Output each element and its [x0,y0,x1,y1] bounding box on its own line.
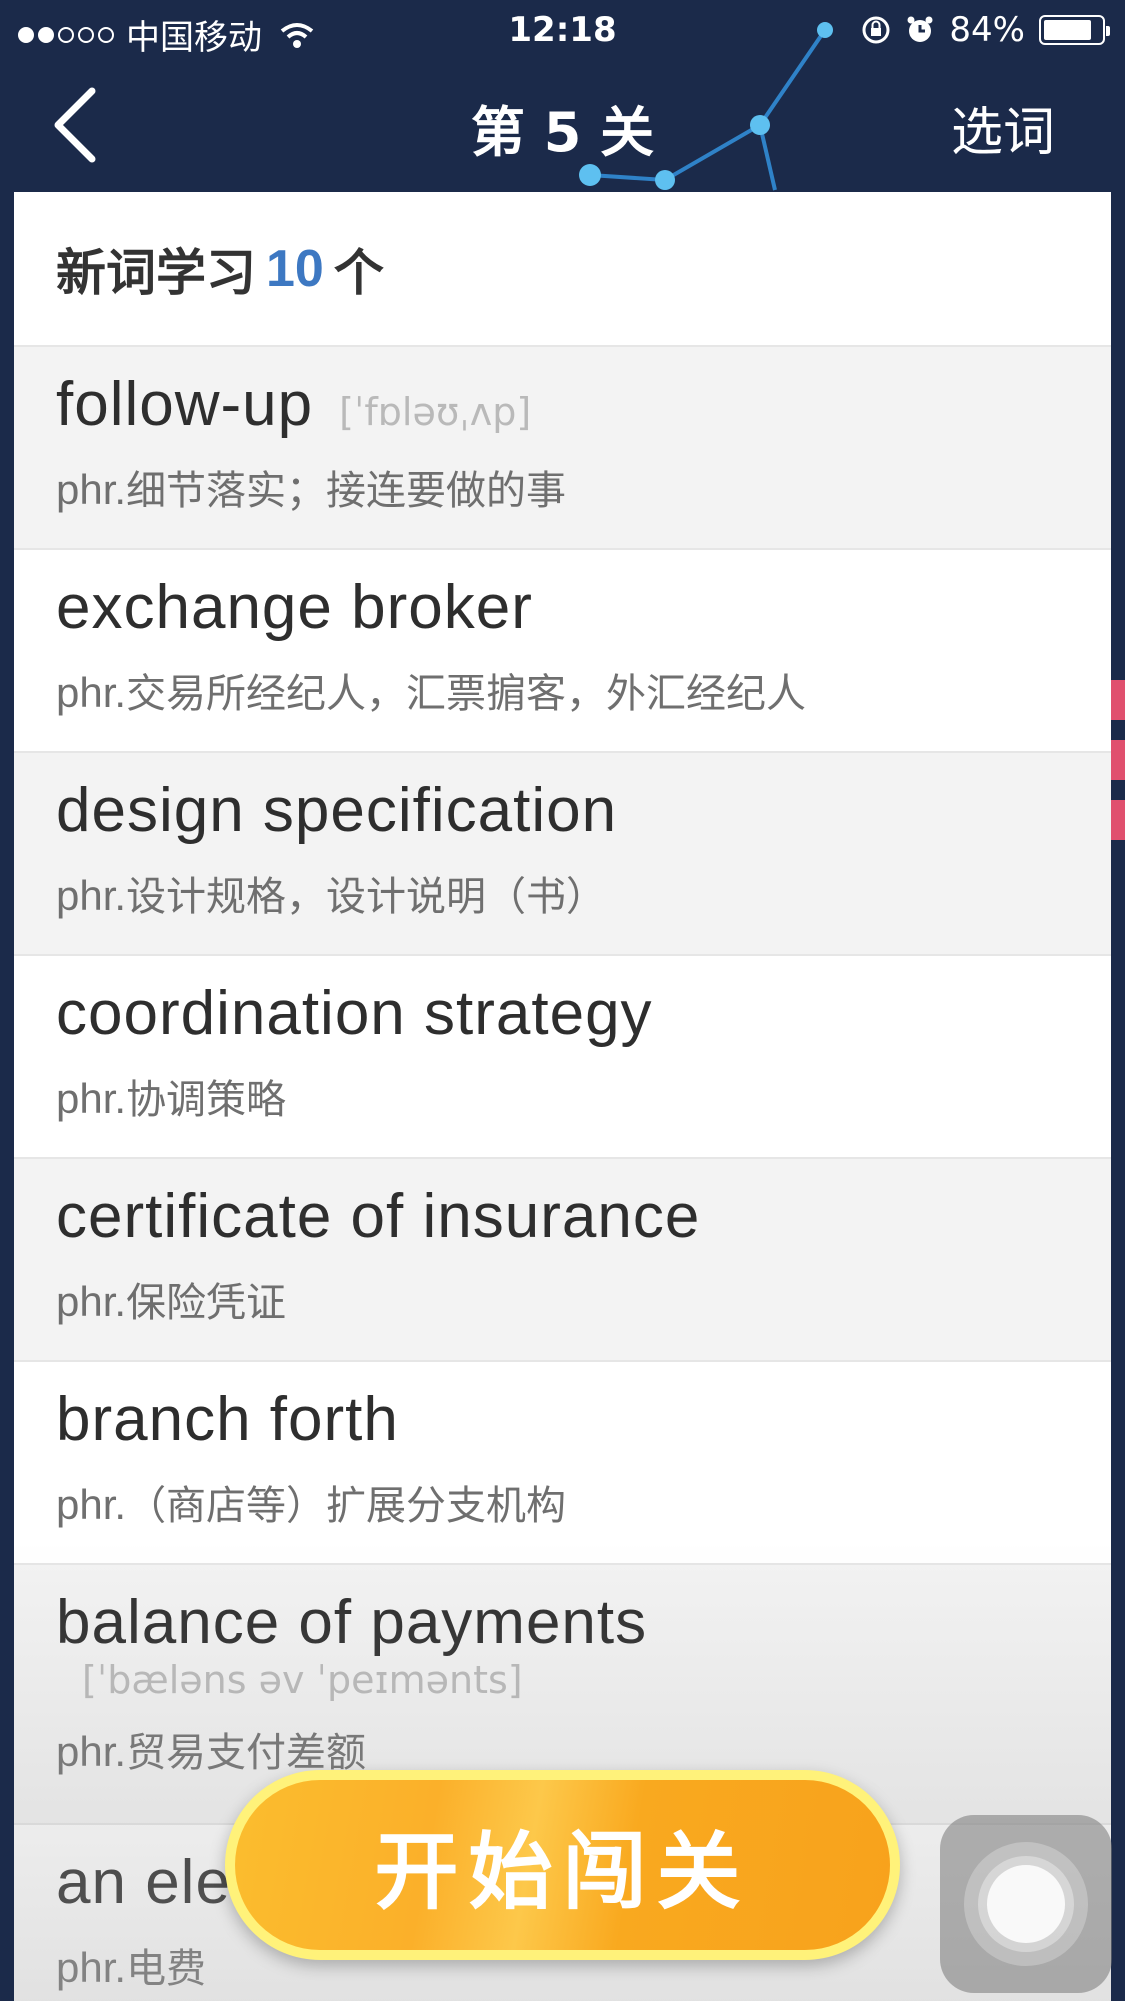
word-phonetic: [ˈbæləns əv ˈpeɪmənts] [82,1658,523,1702]
word-text: branch forth [56,1385,399,1454]
word-definition: 设计规格，设计说明（书） [126,874,607,920]
new-words-header: 新词学习 10 个 [14,192,1111,347]
alarm-icon [907,16,933,42]
word-definition: 电费 [126,1946,207,1992]
word-phonetic: [ˈfɒləʊˌʌp] [339,390,532,434]
word-row[interactable]: design specification phr.设计规格，设计说明（书） [14,753,1111,956]
header-prefix: 新词学习 [56,243,256,302]
word-list-card: 新词学习 10 个 follow-up [ˈfɒləʊˌʌp] phr.细节落实… [14,192,1111,2001]
word-text: coordination strategy [56,979,653,1048]
start-challenge-label: 开始闯关 [235,1780,890,1950]
part-of-speech: phr. [56,872,127,919]
part-of-speech: phr. [56,1728,127,1775]
battery-icon [1039,15,1110,45]
word-text: an ele [56,1848,231,1917]
part-of-speech: phr. [56,1075,127,1122]
word-definition: （商店等）扩展分支机构 [126,1483,567,1529]
word-row[interactable]: certificate of insurance phr.保险凭证 [14,1159,1111,1362]
status-bar: 中国移动 12:18 84% [0,0,1125,60]
part-of-speech: phr. [56,1278,127,1325]
word-row[interactable]: branch forth phr.（商店等）扩展分支机构 [14,1362,1111,1565]
part-of-speech: phr. [56,1944,127,1991]
word-row[interactable]: exchange broker phr.交易所经纪人，汇票掮客，外汇经纪人 [14,550,1111,753]
status-right: 84% [861,10,1110,50]
word-text: exchange broker [56,573,533,642]
word-text: design specification [56,776,618,845]
part-of-speech: phr. [56,466,127,513]
word-definition: 保险凭证 [126,1280,287,1326]
word-text: follow-up [56,370,314,439]
header-suffix: 个 [333,243,384,302]
rotation-lock-icon [862,16,890,44]
part-of-speech: phr. [56,1481,127,1528]
word-count: 10 [266,239,324,298]
word-definition: 细节落实；接连要做的事 [126,468,567,514]
part-of-speech: phr. [56,669,127,716]
battery-fill [1044,20,1092,40]
assistive-touch-button[interactable] [940,1815,1112,1993]
word-text: balance of payments [56,1588,648,1657]
word-definition: 协调策略 [126,1077,287,1123]
word-row[interactable]: coordination strategy phr.协调策略 [14,956,1111,1159]
word-row[interactable]: follow-up [ˈfɒləʊˌʌp] phr.细节落实；接连要做的事 [14,347,1111,550]
nav-bar: 第 5 关 选词 [0,60,1125,190]
word-text: certificate of insurance [56,1182,701,1251]
select-words-button[interactable]: 选词 [951,90,1055,165]
word-definition: 交易所经纪人，汇票掮客，外汇经纪人 [126,671,807,717]
start-challenge-button[interactable]: 开始闯关 [225,1770,900,1960]
battery-percent: 84% [949,10,1025,50]
